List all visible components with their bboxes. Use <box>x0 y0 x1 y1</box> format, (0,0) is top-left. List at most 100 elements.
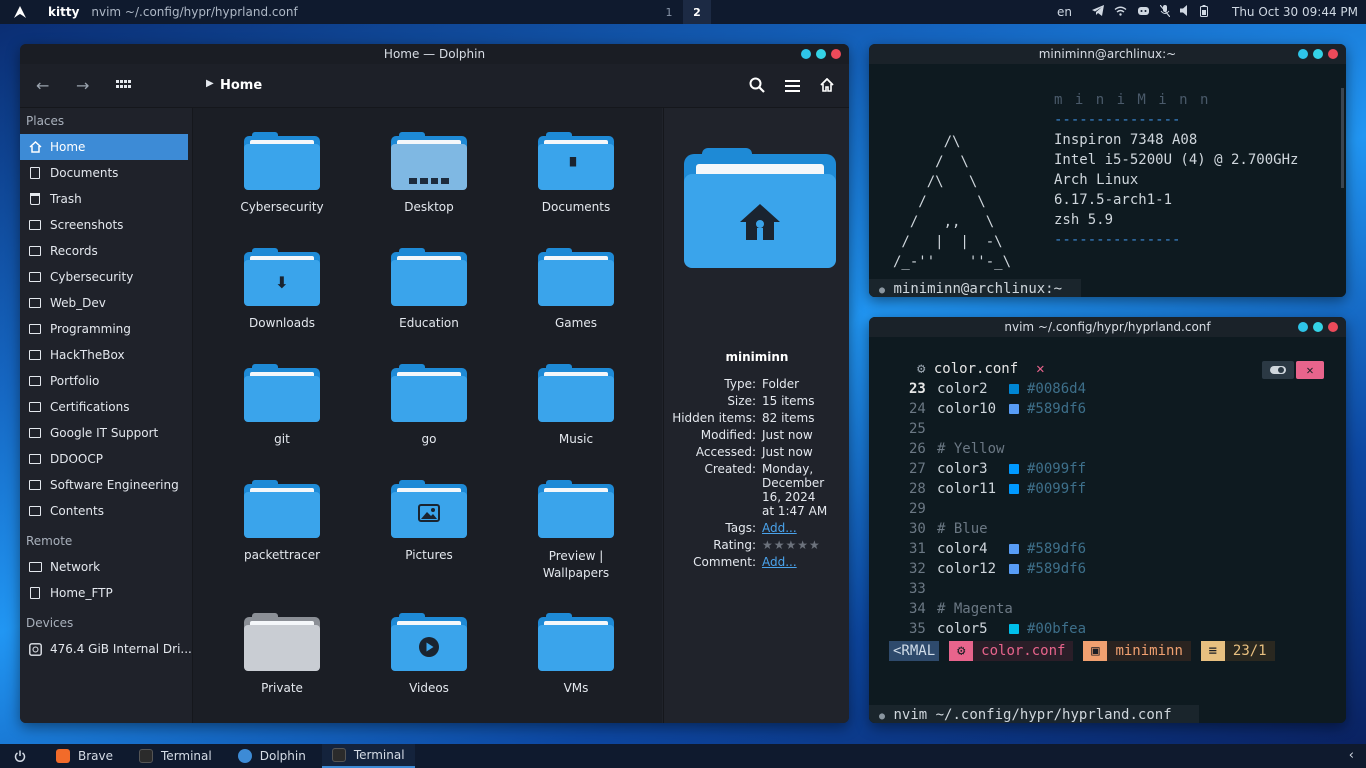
folder-vms[interactable]: VMs <box>516 613 636 695</box>
workspace-2[interactable]: 2 <box>683 0 711 24</box>
place-documents[interactable]: Documents <box>20 160 192 186</box>
folder-education[interactable]: Education <box>369 248 489 330</box>
folder-downloads[interactable]: ⬇ Downloads <box>222 248 342 330</box>
workspace-1[interactable]: 1 <box>655 0 683 24</box>
folder-icon <box>28 218 42 232</box>
folder-packettracer[interactable]: packettracer <box>222 480 342 562</box>
place-programming[interactable]: Programming <box>20 316 192 342</box>
menu-icon[interactable] <box>785 78 801 97</box>
folder-git[interactable]: git <box>222 364 342 446</box>
dolphin-titlebar[interactable]: Home — Dolphin <box>20 44 849 64</box>
breadcrumb[interactable]: Home <box>220 78 262 93</box>
clock[interactable]: Thu Oct 30 09:44 PM <box>1232 5 1358 19</box>
telegram-icon[interactable] <box>1092 5 1104 19</box>
power-icon[interactable] <box>0 744 40 768</box>
home-icon[interactable] <box>820 77 834 96</box>
place-network[interactable]: Network <box>20 554 192 580</box>
close-button[interactable] <box>1328 49 1338 59</box>
place-software-engineering[interactable]: Software Engineering <box>20 472 192 498</box>
folder-label: Videos <box>409 681 449 695</box>
folder-go[interactable]: go <box>369 364 489 446</box>
maximize-button[interactable] <box>816 49 826 59</box>
breadcrumb-chevron-icon[interactable]: ▶ <box>206 78 214 89</box>
place-portfolio[interactable]: Portfolio <box>20 368 192 394</box>
close-tab-icon[interactable]: ✕ <box>1036 361 1044 377</box>
folder-icon <box>28 400 42 414</box>
scrollbar[interactable] <box>1341 88 1344 188</box>
folder-documents[interactable]: ▘ Documents <box>516 132 636 214</box>
place-internal-drive[interactable]: 476.4 GiB Internal Dri... <box>20 636 192 662</box>
remote-header: Remote <box>26 534 73 548</box>
wifi-icon[interactable] <box>1114 6 1127 19</box>
close-button[interactable] <box>1328 322 1338 332</box>
place-label: Network <box>50 560 101 574</box>
close-button[interactable] <box>831 49 841 59</box>
line-text: color4 <box>937 541 988 557</box>
terminal-titlebar[interactable]: nvim ~/.config/hypr/hyprland.conf <box>869 317 1346 337</box>
place-web-dev[interactable]: Web_Dev <box>20 290 192 316</box>
place-home-ftp[interactable]: Home_FTP <box>20 580 192 606</box>
devices-header: Devices <box>26 616 74 630</box>
place-hackthebox[interactable]: HackTheBox <box>20 342 192 368</box>
forward-arrow-icon[interactable]: → <box>76 76 89 95</box>
close-icon[interactable]: ✕ <box>1296 361 1324 379</box>
minimize-button[interactable] <box>1298 49 1308 59</box>
code-line: 28 color11 #0099ff <box>909 481 1086 497</box>
rating-stars[interactable]: ★★★★★ <box>762 538 842 552</box>
add-tags-link[interactable]: Add... <box>762 521 842 535</box>
folder-preview-wallpapers[interactable]: Preview | Wallpapers <box>516 480 636 582</box>
folder-videos[interactable]: Videos <box>369 613 489 695</box>
information-panel: miniminn Type: Folder Size: 15 items Hidde… <box>663 108 849 723</box>
place-cybersecurity[interactable]: Cybersecurity <box>20 264 192 290</box>
place-certifications[interactable]: Certifications <box>20 394 192 420</box>
view-mode-grid-icon[interactable] <box>116 78 132 97</box>
folder-pictures[interactable]: Pictures <box>369 480 489 562</box>
place-ddoocp[interactable]: DDOOCP <box>20 446 192 472</box>
taskbar-brave[interactable]: Brave <box>46 744 123 768</box>
terminal-body[interactable]: /\ / \ /\ \ / \ / ,, \ / | | -\/_-'' ''-… <box>869 64 1346 297</box>
terminal-titlebar[interactable]: miniminn@archlinux:~ <box>869 44 1346 64</box>
folder-private[interactable]: Private <box>222 613 342 695</box>
arch-logo-icon[interactable] <box>8 0 32 24</box>
buffer-tab[interactable]: ⚙ color.conf ✕ <box>917 361 1045 377</box>
place-trash[interactable]: Trash <box>20 186 192 212</box>
chevron-left-icon[interactable]: ‹ <box>1349 748 1354 763</box>
window-title: nvim ~/.config/hypr/hyprland.conf <box>1004 320 1211 334</box>
dolphin-icon <box>237 749 252 763</box>
discord-icon[interactable] <box>1137 6 1150 19</box>
volume-icon[interactable] <box>1180 5 1190 19</box>
place-home[interactable]: Home <box>20 134 188 160</box>
minimize-button[interactable] <box>801 49 811 59</box>
microphone-muted-icon[interactable] <box>1159 4 1171 20</box>
toggle-icon[interactable] <box>1262 361 1294 379</box>
folder-label: Documents <box>541 200 611 214</box>
place-screenshots[interactable]: Screenshots <box>20 212 192 238</box>
place-records[interactable]: Records <box>20 238 192 264</box>
folder-music[interactable]: Music <box>516 364 636 446</box>
place-google-it-support[interactable]: Google IT Support <box>20 420 192 446</box>
maximize-button[interactable] <box>1313 49 1323 59</box>
task-label: Terminal <box>161 749 212 763</box>
battery-icon[interactable] <box>1200 4 1208 20</box>
taskbar-terminal-2[interactable]: Terminal <box>321 744 415 768</box>
place-contents[interactable]: Contents <box>20 498 192 524</box>
folder-icon <box>391 364 467 422</box>
folder-games[interactable]: Games <box>516 248 636 330</box>
keyboard-language[interactable]: en <box>1057 5 1072 19</box>
folder-icon <box>28 478 42 492</box>
color-hex: #00bfea <box>1027 621 1087 637</box>
place-label: Trash <box>50 192 82 206</box>
nvim-editor[interactable]: ⚙ color.conf ✕ ✕ 23 color2 #0086d4 24 color10… <box>869 337 1346 723</box>
folder-desktop[interactable]: Desktop <box>369 132 489 214</box>
taskbar-terminal-1[interactable]: Terminal <box>129 744 222 768</box>
folder-cybersecurity[interactable]: Cybersecurity <box>222 132 342 214</box>
maximize-button[interactable] <box>1313 322 1323 332</box>
minimize-button[interactable] <box>1298 322 1308 332</box>
add-comment-link[interactable]: Add... <box>762 555 842 569</box>
fetch-kernel: 6.17.5-arch1-1 <box>1054 192 1173 208</box>
back-arrow-icon[interactable]: ← <box>36 76 49 95</box>
taskbar-dolphin[interactable]: Dolphin <box>228 744 316 768</box>
search-icon[interactable] <box>749 77 765 97</box>
line-text: # Blue <box>937 521 988 537</box>
downloads-folder-icon: ⬇ <box>244 248 320 306</box>
